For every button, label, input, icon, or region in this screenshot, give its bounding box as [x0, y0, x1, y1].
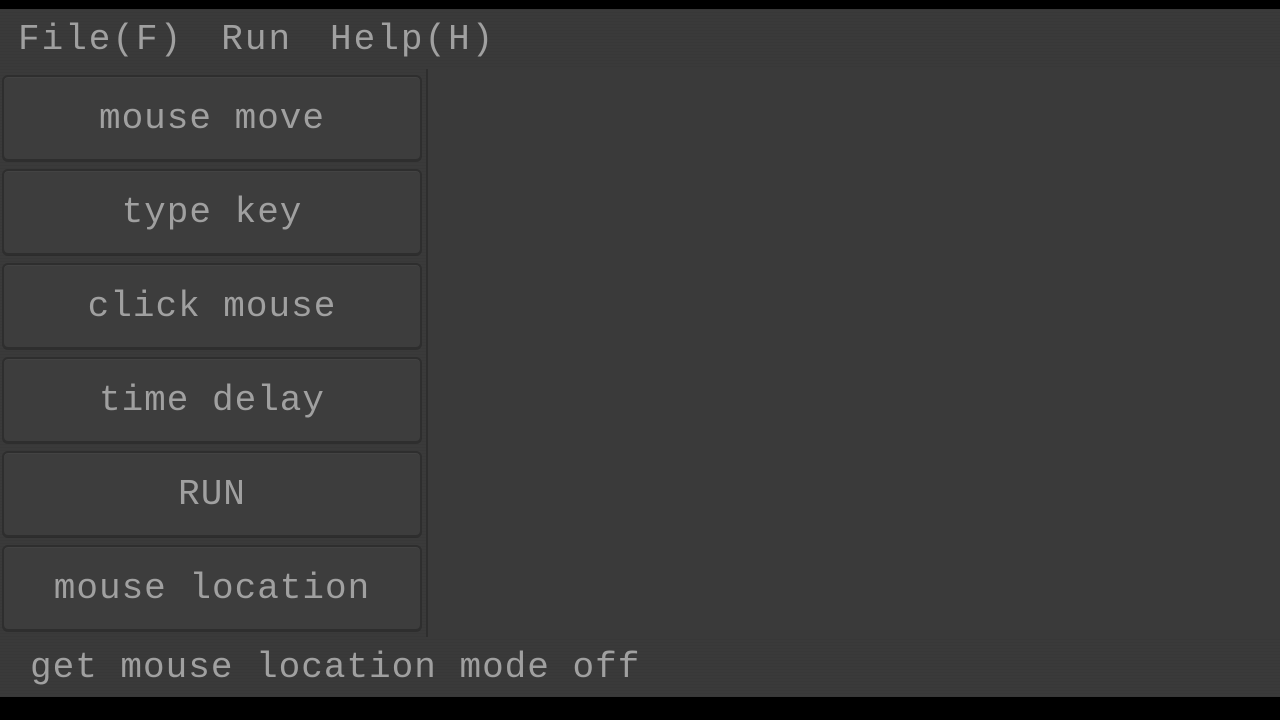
menu-run[interactable]: Run	[221, 19, 292, 60]
statusbar: get mouse location mode off	[0, 637, 1280, 697]
click-mouse-button[interactable]: click mouse	[2, 263, 422, 349]
menu-help[interactable]: Help(H)	[330, 19, 495, 60]
status-text: get mouse location mode off	[30, 647, 640, 688]
time-delay-button[interactable]: time delay	[2, 357, 422, 443]
letterbox-bottom	[0, 697, 1280, 720]
type-key-button[interactable]: type key	[2, 169, 422, 255]
letterbox-top	[0, 0, 1280, 9]
mouse-move-button[interactable]: mouse move	[2, 75, 422, 161]
run-button[interactable]: RUN	[2, 451, 422, 537]
app-window: File(F) Run Help(H) mouse move type key …	[0, 9, 1280, 697]
menubar: File(F) Run Help(H)	[0, 9, 1280, 69]
main-area: mouse move type key click mouse time del…	[0, 69, 1280, 637]
canvas-area	[428, 69, 1280, 637]
sidebar: mouse move type key click mouse time del…	[0, 69, 428, 637]
menu-file[interactable]: File(F)	[18, 19, 183, 60]
mouse-location-button[interactable]: mouse location	[2, 545, 422, 631]
